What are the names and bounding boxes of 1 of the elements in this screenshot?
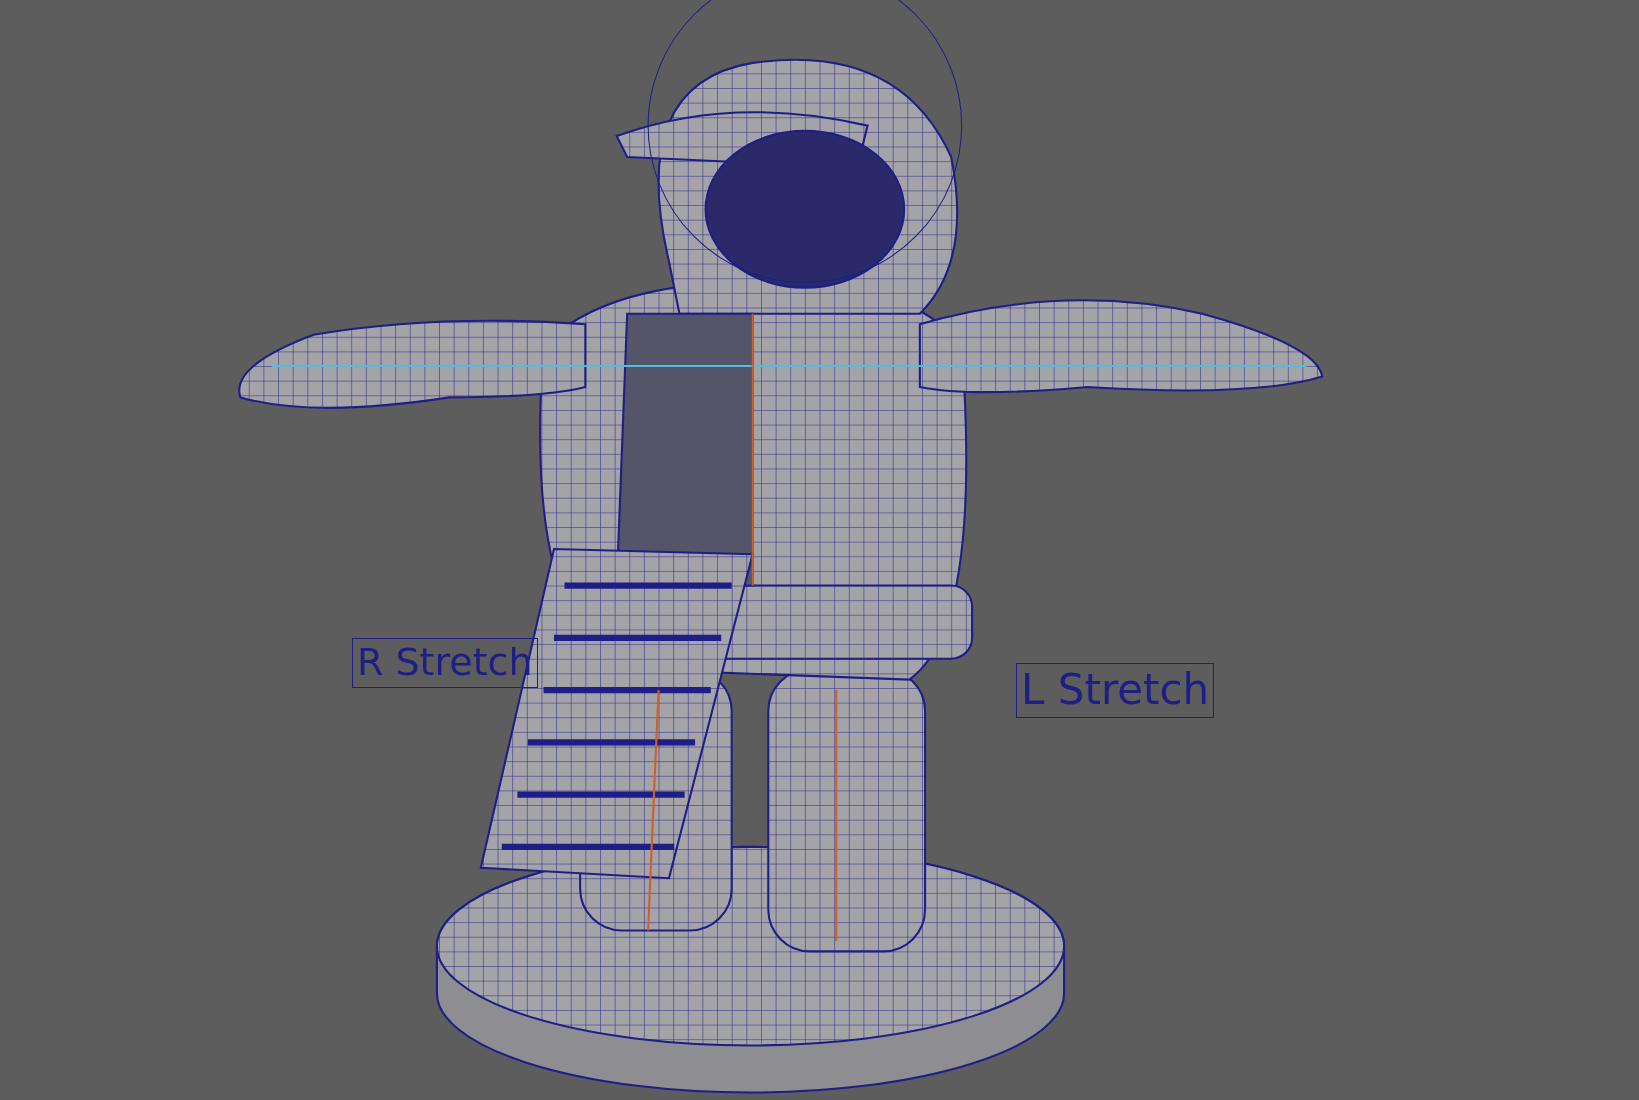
stretch-label: L Stretch: [1016, 663, 1215, 718]
